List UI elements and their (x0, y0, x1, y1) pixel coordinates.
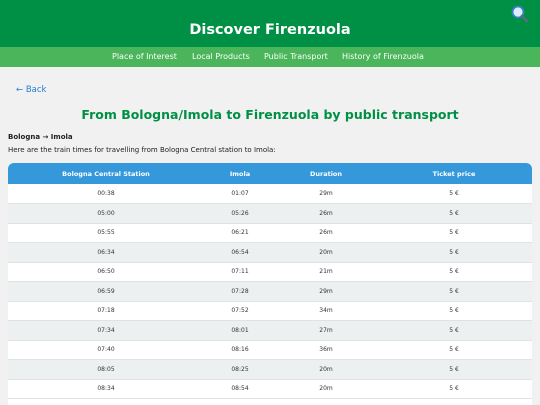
arrival-time: 01:07 (231, 190, 249, 197)
page-title: From Bologna/Imola to Firenzuola by publ… (81, 107, 459, 122)
header-ticket-price: Ticket price (432, 169, 476, 178)
ticket-price: 5 € (449, 326, 459, 334)
arrival-time: 07:11 (231, 268, 249, 276)
nav-item-place-of-interest[interactable]: Place of Interest (112, 47, 177, 67)
nav-item-public-transport[interactable]: Public Transport (264, 47, 328, 67)
arrival-time: 08:16 (231, 346, 249, 354)
ticket-price: 5 € (449, 209, 459, 217)
ticket-price: 5 € (449, 385, 459, 393)
timetable: Bologna Central Station Imola Duration T… (8, 163, 532, 405)
table-row: 08:34 08:54 20m 5 € (8, 379, 532, 399)
arrival-time: 08:54 (231, 385, 249, 393)
ticket-price: 5 € (449, 229, 459, 237)
departure-time: 06:50 (97, 268, 115, 276)
departure-time: 07:34 (97, 326, 115, 334)
header-imola: Imola (229, 169, 251, 178)
departure-time: 06:34 (97, 248, 115, 256)
arrival-time: 08:25 (231, 365, 249, 373)
duration: 29m (319, 287, 333, 295)
ticket-price: 5 € (449, 307, 459, 315)
arrival-time: 07:28 (231, 287, 249, 295)
arrival-time: 07:52 (231, 307, 249, 315)
table-row: 06:59 07:28 29m 5 € (8, 281, 532, 301)
arrival-time: 05:26 (231, 209, 249, 217)
site-title: Discover Firenzuola (189, 22, 351, 38)
duration: 34m (319, 307, 333, 315)
table-row: 00:38 01:07 29m 5 € (8, 184, 532, 204)
main-nav: Place of Interest Local Products Public … (0, 47, 540, 67)
table-row: 06:50 07:11 21m 5 € (8, 262, 532, 282)
duration: 21m (319, 268, 333, 276)
site-header: Discover Firenzuola (0, 0, 540, 47)
duration: 36m (319, 346, 333, 354)
duration: 26m (319, 229, 333, 237)
arrival-time: 08:01 (231, 326, 249, 334)
timetable-table: Bologna Central Station Imola Duration T… (8, 163, 532, 399)
route-description: Here are the train times for travelling … (8, 146, 276, 154)
duration: 27m (319, 326, 333, 334)
nav-item-history[interactable]: History of Firenzuola (342, 47, 424, 67)
route-title: Bologna → Imola (8, 133, 73, 141)
ticket-price: 5 € (449, 248, 459, 256)
departure-time: 08:34 (97, 385, 115, 393)
departure-time: 05:00 (97, 209, 115, 217)
departure-time: 08:05 (97, 365, 115, 373)
table-row: 08:05 08:25 20m 5 € (8, 359, 532, 379)
duration: 29m (319, 190, 333, 197)
ticket-price: 5 € (449, 268, 459, 276)
duration: 26m (319, 209, 333, 217)
table-row: 07:18 07:52 34m 5 € (8, 301, 532, 321)
duration: 20m (319, 365, 333, 373)
departure-time: 00:38 (97, 190, 115, 197)
ticket-price: 5 € (449, 346, 459, 354)
table-row: 05:00 05:26 26m 5 € (8, 203, 532, 223)
table-header-row: Bologna Central Station Imola Duration T… (8, 163, 532, 184)
header-duration: Duration (309, 169, 343, 178)
arrival-time: 06:54 (231, 248, 249, 256)
duration: 20m (319, 248, 333, 256)
departure-time: 07:18 (97, 307, 115, 315)
ticket-price: 5 € (449, 190, 459, 197)
header-bologna: Bologna Central Station (62, 169, 150, 178)
table-row: 05:55 06:21 26m 5 € (8, 223, 532, 243)
departure-time: 07:40 (97, 346, 115, 354)
table-row: 06:34 06:54 20m 5 € (8, 242, 532, 262)
ticket-price: 5 € (449, 365, 459, 373)
nav-item-local-products[interactable]: Local Products (192, 47, 250, 67)
timetable-body: 00:38 01:07 29m 5 € 05:00 05:26 26m 5 € 05:55 06:… (8, 184, 532, 399)
back-link[interactable]: ← Back (16, 85, 46, 95)
duration: 20m (319, 385, 333, 393)
table-row: 07:34 08:01 27m 5 € (8, 320, 532, 340)
ticket-price: 5 € (449, 287, 459, 295)
search-icon[interactable] (510, 4, 530, 24)
arrival-time: 06:21 (231, 229, 249, 237)
table-row: 07:40 08:16 36m 5 € (8, 340, 532, 360)
departure-time: 06:59 (97, 287, 115, 295)
departure-time: 05:55 (97, 229, 115, 237)
